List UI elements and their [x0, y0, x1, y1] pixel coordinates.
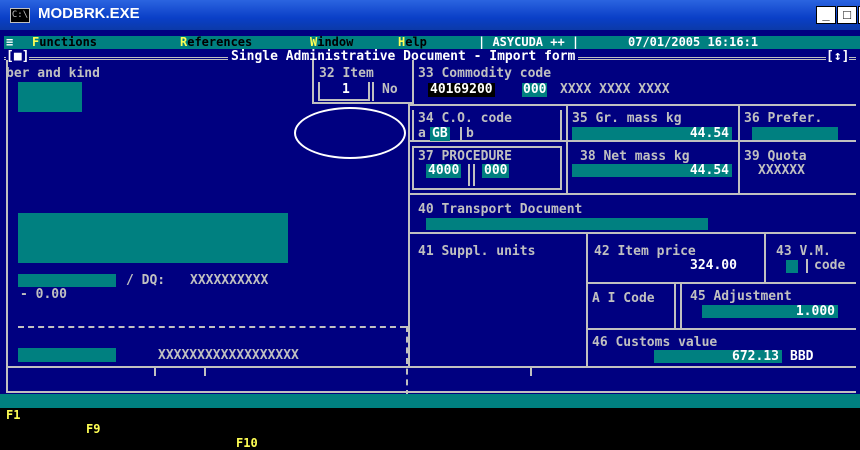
procedure-label: 37 PROCEDURE	[418, 149, 512, 164]
net-value[interactable]: 44.54	[572, 164, 732, 178]
menu-help[interactable]: Help	[398, 36, 427, 49]
marks-field[interactable]	[18, 82, 82, 112]
bottom-left-field[interactable]	[18, 348, 116, 362]
status-bar: F1 Help F9 Local Menu F10 Menu	[0, 394, 860, 450]
vm-label: 43 V.M.	[776, 244, 831, 259]
menu-references-label: eferences	[187, 35, 253, 49]
price-value[interactable]: 324.00	[690, 259, 737, 273]
menu-window[interactable]: Window	[310, 36, 353, 49]
status-menu[interactable]: F10 Menu	[236, 436, 294, 450]
suppl-label: 41 Suppl. units	[418, 244, 536, 259]
co-a-label: a	[418, 126, 426, 141]
customs-value[interactable]: 672.13	[654, 350, 782, 364]
status-help-key: F1	[6, 408, 21, 422]
menu-functions-label: unctions	[39, 35, 98, 49]
price-label: 42 Item price	[594, 244, 696, 259]
commodity-code[interactable]: 40169200	[428, 83, 495, 97]
menu-help-label: elp	[405, 35, 427, 49]
packages-field[interactable]	[18, 213, 288, 263]
negative-value: - 0.00	[20, 287, 67, 302]
co-label: 34 C.O. code	[418, 111, 512, 126]
status-local-menu-key: F9	[86, 422, 101, 436]
console-area: ≡ Functions References Window Help | ASY…	[0, 30, 860, 408]
status-local-menu-label: Local Menu	[107, 422, 180, 436]
co-a-value[interactable]: GB	[430, 127, 450, 141]
status-local-menu[interactable]: F9 Local Menu	[86, 422, 180, 436]
menu-bar: ≡ Functions References Window Help | ASY…	[4, 36, 860, 49]
co-b-label: b	[466, 126, 474, 141]
customs-label: 46 Customs value	[592, 335, 718, 350]
console-icon[interactable]: C:\	[10, 8, 30, 23]
gross-label: 35 Gr. mass kg	[572, 111, 682, 126]
adjust-label: 45 Adjustment	[690, 289, 792, 304]
commodity-sub[interactable]: 000	[522, 83, 548, 97]
status-help-label: Help	[27, 408, 57, 422]
adjust-value[interactable]: 1.000	[702, 305, 838, 319]
app-name: | ASYCUDA ++ |	[478, 35, 580, 49]
frame-right-tag[interactable]: [↕]	[826, 50, 850, 64]
gross-value[interactable]: 44.54	[572, 127, 732, 141]
transport-field[interactable]	[426, 218, 708, 230]
window-title: MODBRK.EXE	[38, 5, 140, 22]
quota-value: XXXXXX	[758, 163, 805, 178]
dq-value: XXXXXXXXXX	[190, 273, 269, 288]
vm-code: code	[814, 258, 846, 273]
customs-currency: BBD	[790, 349, 814, 364]
marks-label: ber and kind	[6, 66, 100, 81]
menu-functions[interactable]: Functions	[32, 36, 97, 49]
item-number[interactable]: 1	[342, 83, 350, 97]
dq-field[interactable]	[18, 274, 116, 287]
frame-left-tag[interactable]: [■]	[6, 50, 30, 64]
minimize-button[interactable]: _	[816, 6, 836, 24]
status-help[interactable]: F1 Help	[6, 408, 57, 422]
item-no: No	[382, 82, 398, 97]
highlight-ellipse	[294, 107, 406, 159]
commodity-label: 33 Commodity code	[418, 66, 552, 81]
item-label: 32 Item	[319, 66, 374, 81]
procedure-code[interactable]: 4000	[426, 164, 462, 178]
menu-window-label: indow	[317, 35, 354, 49]
xx-row: XXXXXXXXXXXXXXXXXX	[158, 348, 299, 363]
pref-field[interactable]	[752, 127, 838, 140]
dq-label: / DQ:	[126, 273, 166, 288]
maximize-button[interactable]: □	[837, 6, 857, 24]
status-menu-label: Menu	[264, 436, 294, 450]
vm-field[interactable]	[786, 260, 798, 273]
window-title-bar: C:\ MODBRK.EXE _ □ x	[0, 0, 860, 30]
commodity-rest: XXXX XXXX XXXX	[560, 82, 670, 97]
status-menu-key: F10	[236, 436, 258, 450]
pref-label: 36 Prefer.	[744, 111, 823, 126]
aicode-label: A I Code	[592, 291, 655, 306]
datetime: 07/01/2005 16:16:1	[628, 35, 759, 49]
net-label: 38 Net mass kg	[580, 149, 690, 164]
transport-label: 40 Transport Document	[418, 202, 583, 217]
menu-references[interactable]: References	[180, 36, 252, 49]
procedure-ext[interactable]: 000	[482, 164, 510, 178]
system-menu-icon[interactable]: ≡	[6, 36, 13, 49]
quota-label: 39 Quota	[744, 149, 807, 164]
